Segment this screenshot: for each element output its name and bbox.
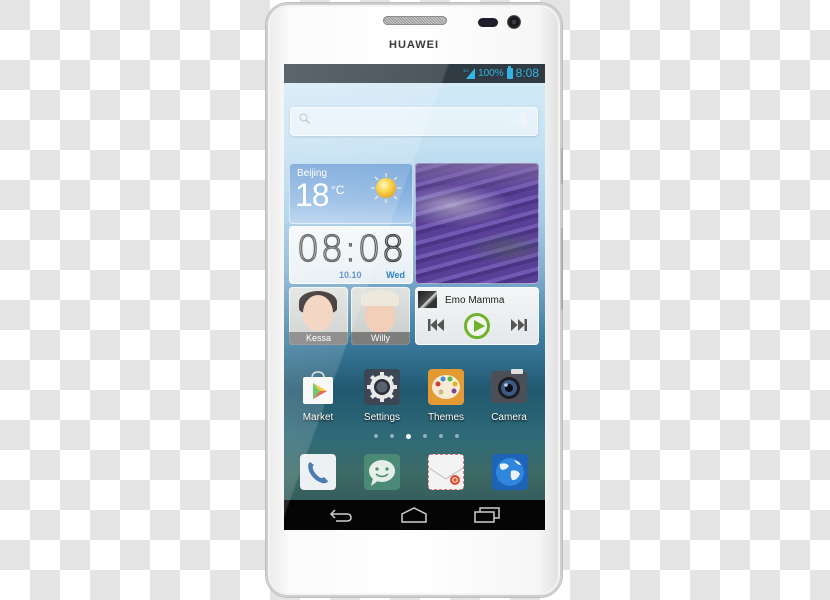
weather-temperature: 18 — [295, 177, 330, 213]
home-icon[interactable] — [401, 507, 427, 523]
play-button[interactable] — [464, 313, 490, 339]
back-icon[interactable] — [328, 507, 354, 523]
camera-icon — [491, 369, 527, 403]
search-icon[interactable] — [299, 113, 310, 124]
contact-name: Willy — [351, 332, 410, 345]
page-dot[interactable] — [390, 434, 394, 438]
previous-track-icon[interactable] — [428, 319, 444, 331]
dock — [284, 448, 545, 500]
sun-icon — [371, 173, 401, 203]
settings-gear-icon — [364, 369, 400, 405]
music-widget: Emo Mamma — [415, 287, 539, 345]
app-label: Market — [302, 412, 334, 423]
page-dot[interactable] — [439, 434, 443, 438]
battery-icon — [506, 65, 513, 79]
contact-kessa[interactable]: Kessa — [289, 287, 348, 345]
album-art — [418, 291, 437, 308]
app-label: Settings — [363, 412, 401, 423]
proximity-sensor — [478, 18, 498, 27]
contact-willy[interactable]: Willy — [351, 287, 410, 345]
clock-day: Wed — [386, 270, 405, 280]
phone-device: HUAWEI 3G 100% 8:08 Beijing 18 °C 08:08 … — [266, 3, 563, 597]
battery-percent: 100% — [478, 67, 504, 79]
status-time: 8:08 — [515, 66, 539, 80]
play-icon — [474, 320, 485, 332]
song-title: Emo Mamma — [445, 295, 505, 306]
messaging-icon[interactable] — [364, 454, 400, 490]
browser-globe-icon[interactable] — [492, 454, 528, 490]
status-bar: 3G 100% 8:08 — [284, 64, 545, 83]
signal-icon: 3G — [463, 67, 476, 79]
themes-palette-icon — [428, 369, 464, 405]
app-settings[interactable]: Settings — [355, 369, 409, 423]
clock-date: 10.10 — [339, 270, 362, 280]
clock-time: 08:08 — [296, 228, 406, 270]
home-screen: 3G 100% 8:08 Beijing 18 °C 08:08 10.10 W… — [284, 64, 545, 530]
page-dot-active[interactable] — [406, 434, 411, 439]
email-icon[interactable] — [428, 454, 464, 490]
phone-icon[interactable] — [300, 454, 336, 490]
app-label: Camera — [491, 412, 527, 423]
app-themes[interactable]: Themes — [419, 369, 473, 423]
next-track-icon[interactable] — [511, 319, 527, 331]
photo-gallery-widget[interactable] — [415, 163, 539, 284]
app-market[interactable]: Market — [291, 369, 345, 423]
avatar — [361, 290, 399, 306]
svg-text:3G: 3G — [463, 68, 468, 73]
page-dot[interactable] — [455, 434, 459, 438]
app-label: Themes — [427, 412, 465, 423]
recent-apps-icon[interactable] — [474, 507, 500, 523]
volume-up-button[interactable] — [560, 148, 563, 184]
avatar-face — [303, 295, 333, 331]
brand-logo: HUAWEI — [389, 39, 439, 51]
search-bar[interactable] — [290, 107, 538, 136]
volume-down-button[interactable] — [560, 228, 563, 310]
weather-unit: °C — [331, 183, 345, 197]
market-icon — [303, 371, 333, 404]
contact-name: Kessa — [289, 332, 348, 345]
app-camera[interactable]: Camera — [482, 369, 536, 423]
page-dot[interactable] — [423, 434, 427, 438]
page-indicator — [374, 434, 459, 439]
earpiece-speaker — [383, 16, 447, 25]
navigation-bar — [284, 500, 545, 530]
front-camera-icon — [507, 15, 521, 29]
clock-widget[interactable]: 08:08 10.10 Wed — [289, 226, 413, 284]
page-dot[interactable] — [374, 434, 378, 438]
microphone-icon[interactable] — [518, 112, 528, 130]
weather-widget[interactable]: Beijing 18 °C — [289, 163, 413, 224]
